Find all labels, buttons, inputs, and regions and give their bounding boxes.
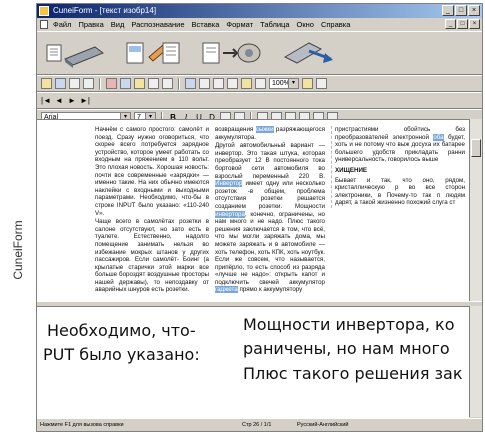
- page-indicator: Стр 26 / 1/1: [242, 422, 272, 428]
- zoom-text-line: Плюс такого решения зак: [243, 364, 463, 383]
- picture-icon[interactable]: [241, 78, 252, 89]
- close-button[interactable]: ×: [468, 5, 480, 16]
- app-icon: [39, 6, 49, 16]
- columns-icon[interactable]: [213, 78, 224, 89]
- text-run: Другой автомобильный вариант — инвертор.…: [215, 142, 325, 180]
- minimize-button[interactable]: _: [442, 5, 454, 16]
- context-help-icon[interactable]: [316, 78, 327, 89]
- app-window: CuneiForm - [текст изобр14] _ □ × Файл П…: [36, 3, 483, 432]
- paste-icon[interactable]: [134, 78, 145, 89]
- language-indicator: Русский-Английский: [297, 422, 349, 428]
- zoom-text-line: PUT было указано:: [43, 345, 200, 364]
- first-page-button[interactable]: |◄: [41, 96, 51, 105]
- print-icon[interactable]: [69, 78, 80, 89]
- standard-toolbar: 100% ▾: [37, 75, 482, 92]
- menu-file[interactable]: Файл: [53, 18, 71, 31]
- status-bar: Нажмите F1 для вызова справки Стр 26 / 1…: [37, 418, 482, 431]
- uncertain-word: оба: [433, 133, 444, 141]
- menu-help[interactable]: Справка: [321, 18, 350, 31]
- paragraph: Бывает и так, что оно, рядом, кристаллич…: [335, 176, 465, 207]
- maximize-button[interactable]: □: [455, 5, 467, 16]
- window-title: CuneiForm - [текст изобр14]: [53, 6, 157, 15]
- last-page-button[interactable]: ►|: [80, 96, 90, 105]
- menu-bar: Файл Правка Вид Распознавание Вставка Фо…: [37, 18, 482, 31]
- menu-insert[interactable]: Вставка: [192, 18, 220, 31]
- undo-icon[interactable]: [148, 78, 159, 89]
- zoom-pane-scrollbar[interactable]: [469, 306, 482, 417]
- table-icon[interactable]: [199, 78, 210, 89]
- cut-icon[interactable]: [106, 78, 117, 89]
- paragraph-icon[interactable]: [227, 78, 238, 89]
- export-icon: [283, 42, 333, 64]
- doc-minimize-button[interactable]: _: [445, 19, 456, 29]
- layout-button[interactable]: [123, 37, 183, 69]
- text-run: возвращения: [215, 126, 256, 133]
- menu-window[interactable]: Окно: [297, 18, 314, 31]
- save-icon[interactable]: [55, 78, 66, 89]
- paragraph: Другой автомобильный вариант — инвертор.…: [215, 142, 325, 294]
- text-column-3: пристрастиями обойтись без преобразовате…: [331, 126, 465, 208]
- paragraph: пристрастиями обойтись без преобразовате…: [335, 126, 465, 164]
- find-icon[interactable]: [185, 78, 196, 89]
- help-icon[interactable]: [302, 78, 313, 89]
- export-button[interactable]: [279, 37, 339, 69]
- uncertain-word: инвертора: [215, 210, 245, 218]
- doc-restore-button[interactable]: □: [457, 19, 468, 29]
- side-label-text: CuneiForm: [11, 220, 25, 280]
- next-page-button[interactable]: ►: [67, 96, 77, 105]
- recognize-button[interactable]: [201, 37, 261, 69]
- paragraph: возвращения сыжки разряжающегося аккумул…: [215, 126, 325, 141]
- menu-format[interactable]: Формат: [226, 18, 253, 31]
- paragraph: Начнём с самого простого: самолёт и поез…: [95, 126, 209, 217]
- cuneiform-side-label: CuneiForm: [0, 0, 36, 434]
- toolbar-separator: [99, 77, 101, 90]
- recognize-icon: [202, 42, 261, 64]
- document-icon: [40, 20, 48, 29]
- layout-icon: [126, 42, 180, 64]
- menu-view[interactable]: Вид: [111, 18, 125, 31]
- open-icon[interactable]: [41, 78, 52, 89]
- navigation-toolbar: |◄ ◄ ► ►|: [37, 92, 482, 109]
- zoom-text-line: раничены, но нам много: [243, 339, 450, 358]
- copy-icon[interactable]: [120, 78, 131, 89]
- preview-icon[interactable]: [83, 78, 94, 89]
- scan-toolbar: [37, 31, 482, 75]
- text-column-2: возвращения сыжки разряжающегося аккумул…: [215, 126, 325, 295]
- uncertain-word: Инвертор: [215, 180, 243, 188]
- view-icon[interactable]: [255, 78, 266, 89]
- zoom-select[interactable]: 100% ▾: [269, 78, 299, 89]
- menu-table[interactable]: Таблица: [260, 18, 289, 31]
- section-heading: ХИЩЕНИЕ: [335, 166, 368, 174]
- chevron-down-icon: ▾: [288, 79, 298, 88]
- scan-button[interactable]: [45, 37, 105, 69]
- menu-recognition[interactable]: Распознавание: [131, 18, 184, 31]
- paragraph: Чаще всего в самолётах розетки в салоне …: [95, 218, 209, 294]
- zoom-text-line: Мощности инвертора, ко: [243, 315, 455, 334]
- text-run: , конечно, ограничены, но нам много и не…: [215, 210, 325, 286]
- scroll-thumb[interactable]: [471, 139, 481, 157]
- toolbar-separator: [178, 77, 180, 90]
- document-view[interactable]: Начнём с самого простого: самолёт и поез…: [37, 119, 469, 302]
- doc-close-button[interactable]: ×: [469, 19, 480, 29]
- redo-icon[interactable]: [162, 78, 173, 89]
- uncertain-word: гаджета: [215, 286, 238, 294]
- title-bar: CuneiForm - [текст изобр14] _ □ ×: [37, 4, 482, 18]
- scanner-icon: [46, 44, 105, 68]
- document-scrollbar[interactable]: [469, 119, 482, 301]
- text-column-1: Начнём с самого простого: самолёт и поез…: [95, 126, 209, 295]
- status-text: Нажмите F1 для вызова справки: [40, 422, 124, 428]
- image-zoom-pane[interactable]: Необходимо, что- PUT было указано: Мощно…: [37, 306, 469, 418]
- uncertain-word: сыжки: [255, 126, 274, 133]
- prev-page-button[interactable]: ◄: [54, 96, 64, 105]
- zoom-text-line: Необходимо, что-: [47, 321, 196, 340]
- text-run: прямо к аккумулятору: [237, 286, 303, 294]
- menu-edit[interactable]: Правка: [78, 18, 103, 31]
